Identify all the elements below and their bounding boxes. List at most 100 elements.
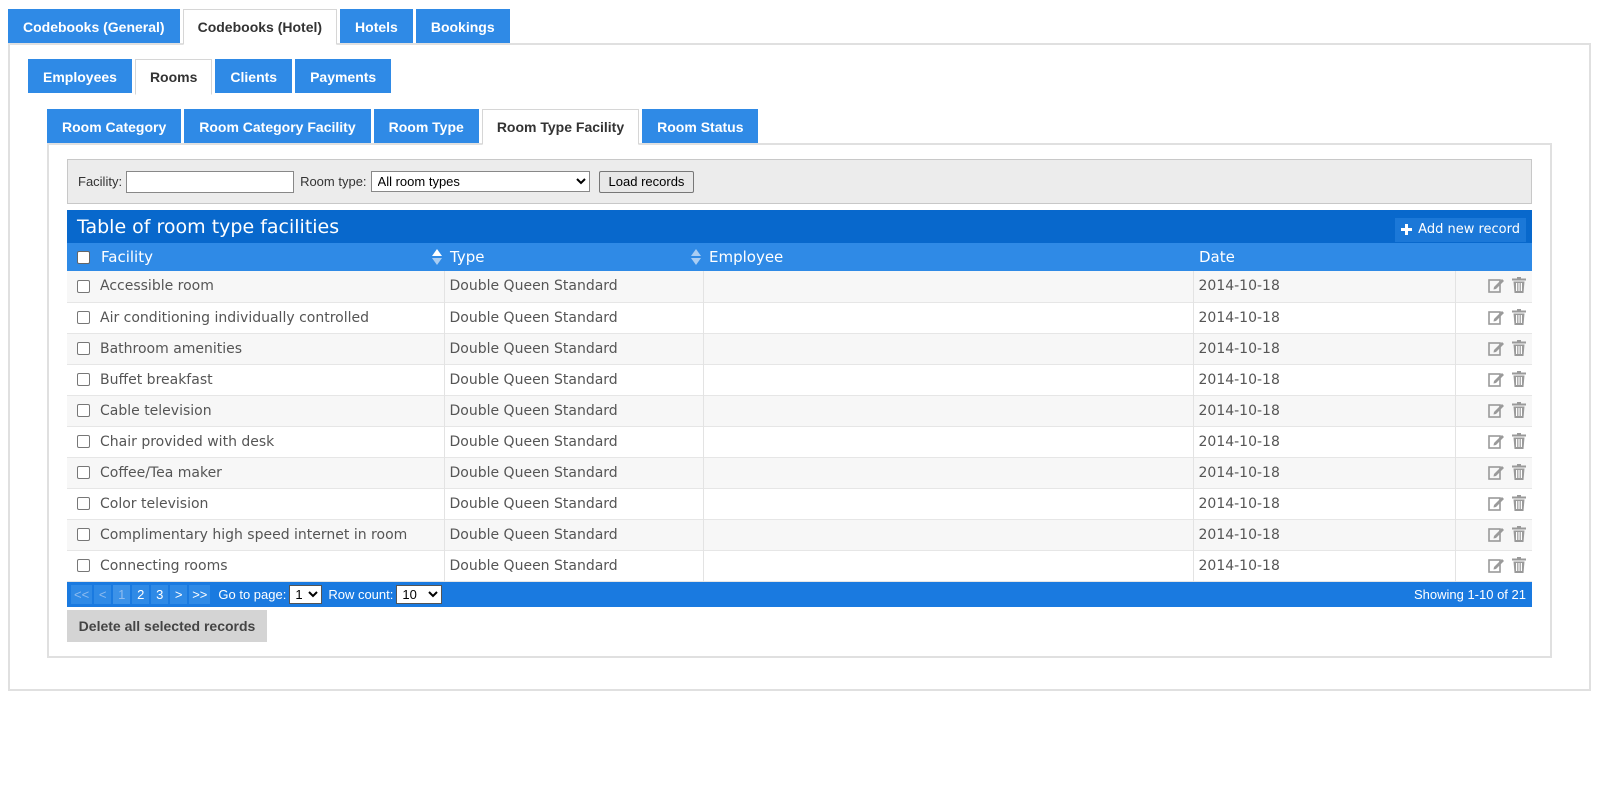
sort-arrows-icon[interactable]	[691, 248, 701, 266]
page-2-button[interactable]: 2	[132, 584, 150, 604]
cell-employee	[703, 395, 1194, 426]
edit-icon[interactable]	[1485, 525, 1505, 545]
tab-employees[interactable]: Employees	[28, 59, 132, 93]
edit-icon[interactable]	[1485, 339, 1505, 359]
cell-date: 2014-10-18	[1193, 426, 1456, 457]
cell-facility: Color television	[95, 488, 445, 519]
cell-actions	[1455, 519, 1532, 550]
last-page-button[interactable]: >>	[189, 584, 211, 604]
row-select-cell	[67, 271, 95, 302]
load-records-button[interactable]: Load records	[598, 170, 695, 193]
tab-bookings[interactable]: Bookings	[415, 9, 510, 43]
column-header-employee: Employee	[703, 243, 1193, 271]
row-checkbox[interactable]	[77, 342, 90, 355]
cell-employee	[703, 302, 1194, 333]
goto-page-label: Go to page:	[218, 586, 287, 602]
row-count-select[interactable]: 10	[396, 584, 443, 604]
tab-payments[interactable]: Payments	[295, 59, 392, 93]
cell-actions	[1455, 333, 1532, 364]
add-new-record-label: Add new record	[1418, 222, 1520, 237]
edit-icon[interactable]	[1485, 370, 1505, 390]
room-tabs: Room Category Room Category Facility Roo…	[47, 109, 759, 145]
cell-actions	[1455, 550, 1532, 581]
first-page-button[interactable]: <<	[71, 584, 93, 604]
edit-icon[interactable]	[1485, 432, 1505, 452]
cell-date: 2014-10-18	[1193, 457, 1456, 488]
table-row: Buffet breakfast Double Queen Standard 201…	[67, 364, 1532, 395]
trash-icon[interactable]	[1508, 276, 1528, 296]
column-header-type[interactable]: Type	[444, 243, 703, 271]
add-new-record-button[interactable]: Add new record	[1395, 217, 1526, 242]
row-checkbox[interactable]	[77, 497, 90, 510]
cell-date: 2014-10-18	[1193, 519, 1456, 550]
cell-date: 2014-10-18	[1193, 333, 1456, 364]
tab-room-type-facility[interactable]: Room Type Facility	[481, 109, 640, 145]
edit-icon[interactable]	[1485, 463, 1505, 483]
trash-icon[interactable]	[1508, 432, 1528, 452]
table-row: Complimentary high speed internet in roo…	[67, 519, 1532, 550]
row-checkbox[interactable]	[77, 373, 90, 386]
table-header-row: Facility Type Employee Date	[67, 243, 1532, 271]
filter-bar: Facility: Room type: All room types Load…	[67, 159, 1532, 204]
trash-icon[interactable]	[1508, 308, 1528, 328]
tab-room-category[interactable]: Room Category	[47, 109, 182, 143]
trash-icon[interactable]	[1508, 463, 1528, 483]
row-checkbox[interactable]	[77, 311, 90, 324]
next-page-button[interactable]: >	[170, 584, 188, 604]
delete-selected-button[interactable]: Delete all selected records	[67, 610, 267, 642]
cell-facility: Coffee/Tea maker	[95, 457, 445, 488]
sort-arrows-icon[interactable]	[432, 248, 442, 266]
trash-icon[interactable]	[1508, 556, 1528, 576]
edit-icon[interactable]	[1485, 556, 1505, 576]
column-label: Date	[1199, 248, 1235, 266]
cell-employee	[703, 333, 1194, 364]
column-header-actions	[1455, 243, 1532, 271]
facility-label: Facility:	[78, 174, 123, 189]
tab-room-type[interactable]: Room Type	[373, 109, 479, 143]
goto-page-select[interactable]: 1	[289, 584, 323, 604]
row-checkbox[interactable]	[77, 466, 90, 479]
edit-icon[interactable]	[1485, 276, 1505, 296]
row-checkbox[interactable]	[77, 528, 90, 541]
prev-page-button[interactable]: <	[94, 584, 112, 604]
cell-facility: Bathroom amenities	[95, 333, 445, 364]
page-3-button[interactable]: 3	[151, 584, 169, 604]
facility-input[interactable]	[126, 170, 295, 193]
cell-date: 2014-10-18	[1193, 395, 1456, 426]
row-checkbox[interactable]	[77, 559, 90, 572]
trash-icon[interactable]	[1508, 494, 1528, 514]
trash-icon[interactable]	[1508, 525, 1528, 545]
edit-icon[interactable]	[1485, 494, 1505, 514]
row-checkbox[interactable]	[77, 435, 90, 448]
cell-employee	[703, 519, 1194, 550]
edit-icon[interactable]	[1485, 308, 1505, 328]
cell-employee	[703, 271, 1194, 302]
trash-icon[interactable]	[1508, 370, 1528, 390]
cell-type: Double Queen Standard	[444, 457, 704, 488]
tab-codebooks-general[interactable]: Codebooks (General)	[8, 9, 180, 43]
cell-type: Double Queen Standard	[444, 395, 704, 426]
tab-rooms[interactable]: Rooms	[134, 59, 213, 95]
page-1-button[interactable]: 1	[113, 584, 131, 604]
tab-hotels[interactable]: Hotels	[340, 9, 413, 43]
trash-icon[interactable]	[1508, 401, 1528, 421]
trash-icon[interactable]	[1508, 339, 1528, 359]
tab-room-status[interactable]: Room Status	[642, 109, 759, 143]
column-header-facility[interactable]: Facility	[95, 243, 444, 271]
column-label: Facility	[101, 248, 153, 266]
cell-type: Double Queen Standard	[444, 302, 704, 333]
cell-employee	[703, 488, 1194, 519]
select-all-checkbox[interactable]	[77, 251, 90, 264]
edit-icon[interactable]	[1485, 401, 1505, 421]
row-checkbox[interactable]	[77, 404, 90, 417]
room-type-select[interactable]: All room types	[370, 171, 590, 192]
row-select-cell	[67, 457, 95, 488]
cell-type: Double Queen Standard	[444, 550, 704, 581]
tab-codebooks-hotel[interactable]: Codebooks (Hotel)	[182, 9, 338, 45]
row-checkbox[interactable]	[77, 279, 90, 293]
tab-room-category-facility[interactable]: Room Category Facility	[184, 109, 371, 143]
cell-facility: Air conditioning individually controlled	[95, 302, 445, 333]
tab-clients[interactable]: Clients	[215, 59, 293, 93]
table-title: Table of room type facilities	[77, 215, 340, 238]
table-row: Coffee/Tea maker Double Queen Standard 201…	[67, 457, 1532, 488]
